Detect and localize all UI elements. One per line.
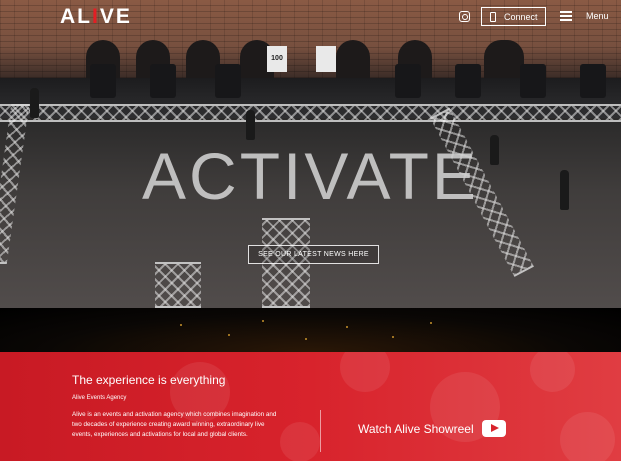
exhibition-sign: 100: [267, 46, 287, 72]
hero-section: 100 ACTIVATE SEE OUR LATEST NEWS HERE: [0, 0, 621, 308]
arched-window: [484, 40, 524, 82]
latest-news-button[interactable]: SEE OUR LATEST NEWS HERE: [248, 245, 379, 264]
booth: [580, 64, 606, 98]
agency-description: Alive is an events and activation agency…: [72, 411, 277, 438]
hamburger-icon[interactable]: [560, 11, 572, 21]
booth: [395, 64, 421, 98]
truss-stack: [155, 262, 201, 308]
glitter-dot: [346, 326, 348, 328]
agency-name: Alive Events Agency: [72, 395, 127, 401]
glitter-dot: [228, 334, 230, 336]
tagline: The experience is everything: [72, 373, 226, 387]
glitter-dot: [305, 338, 307, 340]
intro-section: The experience is everything Alive Event…: [0, 352, 621, 461]
person: [246, 110, 255, 140]
booth: [455, 64, 481, 98]
glitter-dot: [262, 320, 264, 322]
arched-window: [336, 40, 370, 82]
glitter-dot: [180, 324, 182, 326]
decorative-bubble: [530, 352, 575, 392]
glitter-dot: [430, 322, 432, 324]
decorative-bubble: [280, 422, 320, 461]
separator-band: [0, 308, 621, 352]
showreel-label: Watch Alive Showreel: [358, 421, 474, 436]
exhibition-sign: [316, 46, 336, 72]
booth: [520, 64, 546, 98]
truss-horizontal: [0, 104, 621, 122]
connect-label: Connect: [504, 11, 538, 22]
decorative-bubble: [340, 352, 390, 392]
logo-text-prefix: AL: [60, 5, 92, 28]
divider: [320, 410, 321, 452]
decorative-bubble: [560, 412, 615, 461]
play-icon: [481, 420, 506, 437]
alive-logo[interactable]: ALIVE: [60, 5, 132, 29]
glitter-dot: [392, 336, 394, 338]
phone-icon: [490, 11, 496, 22]
watch-showreel-button[interactable]: Watch Alive Showreel: [358, 420, 506, 437]
logo-text-suffix: VE: [99, 5, 132, 28]
person: [30, 88, 39, 118]
instagram-icon[interactable]: [459, 11, 470, 22]
logo-text-accent: I: [92, 5, 100, 28]
booth: [215, 64, 241, 98]
booth: [90, 64, 116, 98]
booth: [150, 64, 176, 98]
menu-button[interactable]: Menu: [586, 11, 609, 21]
connect-button[interactable]: Connect: [481, 7, 546, 26]
hero-title: ACTIVATE: [142, 139, 479, 213]
